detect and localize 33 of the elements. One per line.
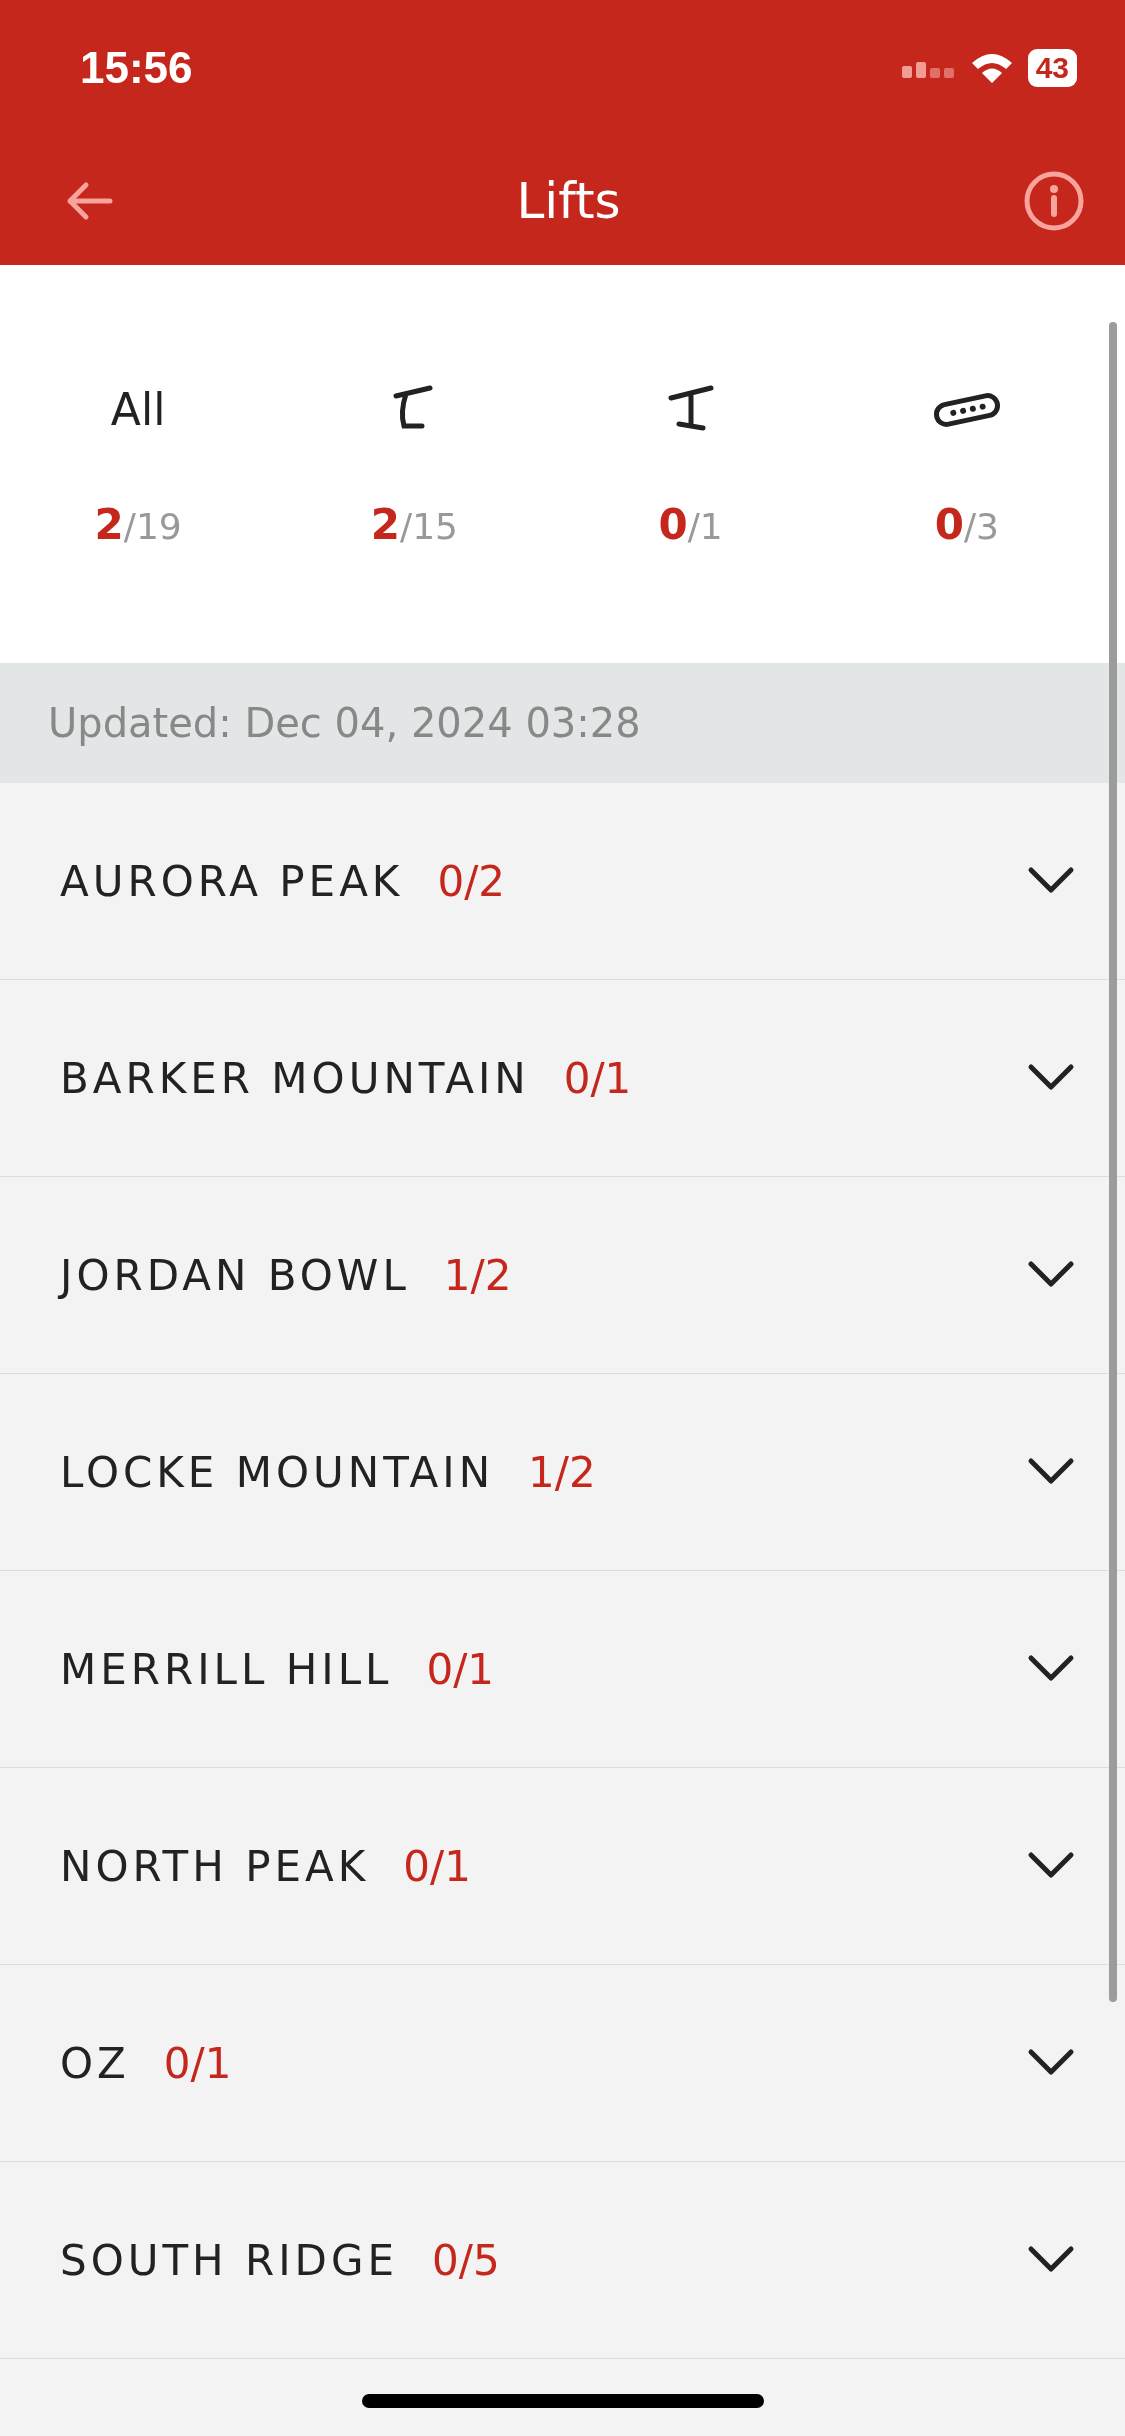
area-name[interactable]: LOCKE MOUNTAIN [60,1447,495,1497]
area-lift-count: 0/5 [432,2235,501,2285]
area-name[interactable]: BARKER MOUNTAIN [60,1053,530,1103]
info-icon[interactable] [1023,169,1085,232]
chevron-icon[interactable] [1027,1260,1075,1290]
area-lift-count: 1/2 [443,1250,513,1300]
status-time: 15:56 [80,43,193,93]
battery-level: 43 [1027,49,1077,87]
chevron-icon[interactable] [1027,1457,1075,1487]
chevron-icon[interactable] [1027,1063,1075,1093]
lift-count: 2/15 [370,499,458,549]
chevron-icon[interactable] [1027,1654,1075,1684]
area-lift-count: 0/1 [403,1841,472,1891]
area-lift-count: 0/1 [563,1053,633,1103]
area-lift-count: 0/1 [426,1644,496,1694]
area-name[interactable]: MERRILL HILL [60,1644,393,1694]
area-name[interactable]: AURORA PEAK [60,856,404,906]
chevron-icon[interactable] [1027,2048,1075,2078]
screen-title: Lifts [516,171,621,230]
area-lift-count: 0/2 [437,856,506,906]
area-lift-count: 1/2 [528,1447,597,1497]
chevron-icon[interactable] [1027,1851,1075,1881]
lift-count: 2/19 [94,499,182,549]
area-lift-count: 0/1 [163,2038,233,2088]
chevron-icon[interactable] [1027,2245,1075,2275]
chevron-icon[interactable] [1027,866,1075,896]
filter-tab[interactable]: All [110,379,166,440]
lift-count: 0/3 [934,499,999,549]
lift-count: 0/1 [658,499,723,549]
area-name[interactable]: SOUTH RIDGE [60,2235,399,2285]
area-name[interactable]: OZ [60,2038,130,2088]
updated-timestamp: Updated: Dec 04, 2024 03:28 [48,700,641,746]
area-name[interactable]: NORTH PEAK [60,1841,370,1891]
